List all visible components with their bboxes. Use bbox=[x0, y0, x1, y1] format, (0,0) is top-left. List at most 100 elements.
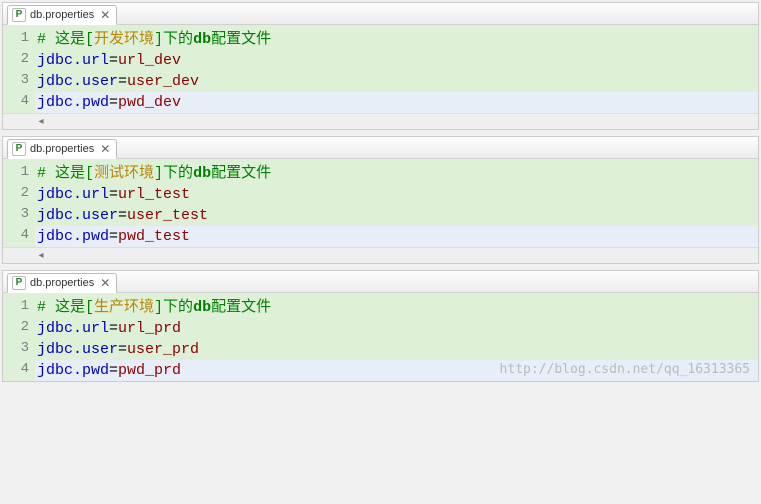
line-content[interactable]: # 这是[测试环境]下的db配置文件 bbox=[35, 163, 758, 184]
horizontal-scrollbar[interactable]: ◂ bbox=[3, 113, 758, 129]
comment-hash: # bbox=[37, 31, 46, 48]
code-area[interactable]: 1# 这是[测试环境]下的db配置文件2jdbc.url=url_test3jd… bbox=[3, 159, 758, 247]
line-number: 3 bbox=[3, 205, 35, 226]
equals-sign: = bbox=[118, 341, 127, 358]
code-line[interactable]: 2jdbc.url=url_dev bbox=[3, 50, 758, 71]
code-line[interactable]: 1# 这是[生产环境]下的db配置文件 bbox=[3, 297, 758, 318]
prop-value: pwd_prd bbox=[118, 362, 181, 379]
prop-key: jdbc.pwd bbox=[37, 362, 109, 379]
code-line[interactable]: 2jdbc.url=url_test bbox=[3, 184, 758, 205]
comment-text: ]下的 bbox=[154, 165, 193, 182]
line-number: 3 bbox=[3, 71, 35, 92]
tab-filename: db.properties bbox=[30, 143, 94, 155]
db-word: db bbox=[193, 299, 211, 316]
comment-text: 配置文件 bbox=[211, 165, 271, 182]
editor-tab[interactable]: Pdb.properties ✕ bbox=[7, 139, 117, 159]
prop-value: user_prd bbox=[127, 341, 199, 358]
code-area[interactable]: 1# 这是[开发环境]下的db配置文件2jdbc.url=url_dev3jdb… bbox=[3, 25, 758, 113]
code-line[interactable]: 4jdbc.pwd=pwd_dev bbox=[3, 92, 758, 113]
equals-sign: = bbox=[109, 362, 118, 379]
line-content[interactable]: jdbc.user=user_prd bbox=[35, 339, 758, 360]
line-number: 2 bbox=[3, 50, 35, 71]
prop-key: jdbc.url bbox=[37, 320, 109, 337]
code-line[interactable]: 3jdbc.user=user_dev bbox=[3, 71, 758, 92]
line-content[interactable]: jdbc.pwd=pwd_dev bbox=[35, 92, 758, 113]
editor-panel: Pdb.properties✕1# 这是[生产环境]下的db配置文件2jdbc.… bbox=[2, 270, 759, 382]
equals-sign: = bbox=[109, 320, 118, 337]
line-content[interactable]: jdbc.pwd=pwd_test bbox=[35, 226, 758, 247]
scroll-left-icon[interactable]: ◂ bbox=[35, 249, 47, 261]
env-name: 开发环境 bbox=[94, 31, 154, 48]
prop-value: pwd_dev bbox=[118, 94, 181, 111]
prop-value: url_dev bbox=[118, 52, 181, 69]
line-content[interactable]: jdbc.url=url_prd bbox=[35, 318, 758, 339]
scroll-left-icon[interactable]: ◂ bbox=[35, 115, 47, 127]
line-number: 4 bbox=[3, 360, 35, 381]
comment-text: 这是[ bbox=[46, 299, 94, 316]
code-line[interactable]: 3jdbc.user=user_test bbox=[3, 205, 758, 226]
line-content[interactable]: jdbc.user=user_test bbox=[35, 205, 758, 226]
line-content[interactable]: jdbc.pwd=pwd_prd bbox=[35, 360, 758, 381]
equals-sign: = bbox=[109, 186, 118, 203]
code-line[interactable]: 2jdbc.url=url_prd bbox=[3, 318, 758, 339]
code-line[interactable]: 1# 这是[开发环境]下的db配置文件 bbox=[3, 29, 758, 50]
prop-key: jdbc.user bbox=[37, 341, 118, 358]
properties-file-icon: P bbox=[12, 142, 26, 156]
equals-sign: = bbox=[109, 94, 118, 111]
line-number: 4 bbox=[3, 92, 35, 113]
prop-key: jdbc.url bbox=[37, 52, 109, 69]
comment-text: 配置文件 bbox=[211, 299, 271, 316]
prop-key: jdbc.user bbox=[37, 73, 118, 90]
properties-file-icon: P bbox=[12, 276, 26, 290]
code-line[interactable]: 4jdbc.pwd=pwd_prd bbox=[3, 360, 758, 381]
horizontal-scrollbar[interactable]: ◂ bbox=[3, 247, 758, 263]
env-name: 生产环境 bbox=[94, 299, 154, 316]
editor-panel: Pdb.properties✕1# 这是[开发环境]下的db配置文件2jdbc.… bbox=[2, 2, 759, 130]
editor-tab[interactable]: Pdb.properties ✕ bbox=[7, 5, 117, 25]
line-content[interactable]: jdbc.url=url_test bbox=[35, 184, 758, 205]
comment-text: ]下的 bbox=[154, 31, 193, 48]
line-content[interactable]: # 这是[开发环境]下的db配置文件 bbox=[35, 29, 758, 50]
line-number: 2 bbox=[3, 184, 35, 205]
line-number: 3 bbox=[3, 339, 35, 360]
line-number: 1 bbox=[3, 163, 35, 184]
close-icon[interactable]: ✕ bbox=[100, 143, 110, 155]
prop-value: url_test bbox=[118, 186, 190, 203]
prop-value: user_test bbox=[127, 207, 208, 224]
prop-value: pwd_test bbox=[118, 228, 190, 245]
tab-bar: Pdb.properties ✕ bbox=[3, 137, 758, 159]
prop-key: jdbc.user bbox=[37, 207, 118, 224]
tab-bar: Pdb.properties ✕ bbox=[3, 271, 758, 293]
comment-hash: # bbox=[37, 299, 46, 316]
line-content[interactable]: # 这是[生产环境]下的db配置文件 bbox=[35, 297, 758, 318]
line-number: 1 bbox=[3, 29, 35, 50]
line-content[interactable]: jdbc.url=url_dev bbox=[35, 50, 758, 71]
env-name: 测试环境 bbox=[94, 165, 154, 182]
prop-key: jdbc.pwd bbox=[37, 94, 109, 111]
comment-text: 这是[ bbox=[46, 31, 94, 48]
code-line[interactable]: 3jdbc.user=user_prd bbox=[3, 339, 758, 360]
prop-key: jdbc.pwd bbox=[37, 228, 109, 245]
comment-text: 配置文件 bbox=[211, 31, 271, 48]
equals-sign: = bbox=[109, 228, 118, 245]
prop-value: user_dev bbox=[127, 73, 199, 90]
close-icon[interactable]: ✕ bbox=[100, 277, 110, 289]
line-number: 1 bbox=[3, 297, 35, 318]
code-area[interactable]: 1# 这是[生产环境]下的db配置文件2jdbc.url=url_prd3jdb… bbox=[3, 293, 758, 381]
equals-sign: = bbox=[118, 73, 127, 90]
comment-hash: # bbox=[37, 165, 46, 182]
code-line[interactable]: 4jdbc.pwd=pwd_test bbox=[3, 226, 758, 247]
line-content[interactable]: jdbc.user=user_dev bbox=[35, 71, 758, 92]
editor-tab[interactable]: Pdb.properties ✕ bbox=[7, 273, 117, 293]
editor-panel: Pdb.properties✕1# 这是[测试环境]下的db配置文件2jdbc.… bbox=[2, 136, 759, 264]
prop-value: url_prd bbox=[118, 320, 181, 337]
code-line[interactable]: 1# 这是[测试环境]下的db配置文件 bbox=[3, 163, 758, 184]
close-icon[interactable]: ✕ bbox=[100, 9, 110, 21]
tab-filename: db.properties bbox=[30, 277, 94, 289]
properties-file-icon: P bbox=[12, 8, 26, 22]
tab-filename: db.properties bbox=[30, 9, 94, 21]
comment-text: ]下的 bbox=[154, 299, 193, 316]
db-word: db bbox=[193, 165, 211, 182]
equals-sign: = bbox=[118, 207, 127, 224]
comment-text: 这是[ bbox=[46, 165, 94, 182]
